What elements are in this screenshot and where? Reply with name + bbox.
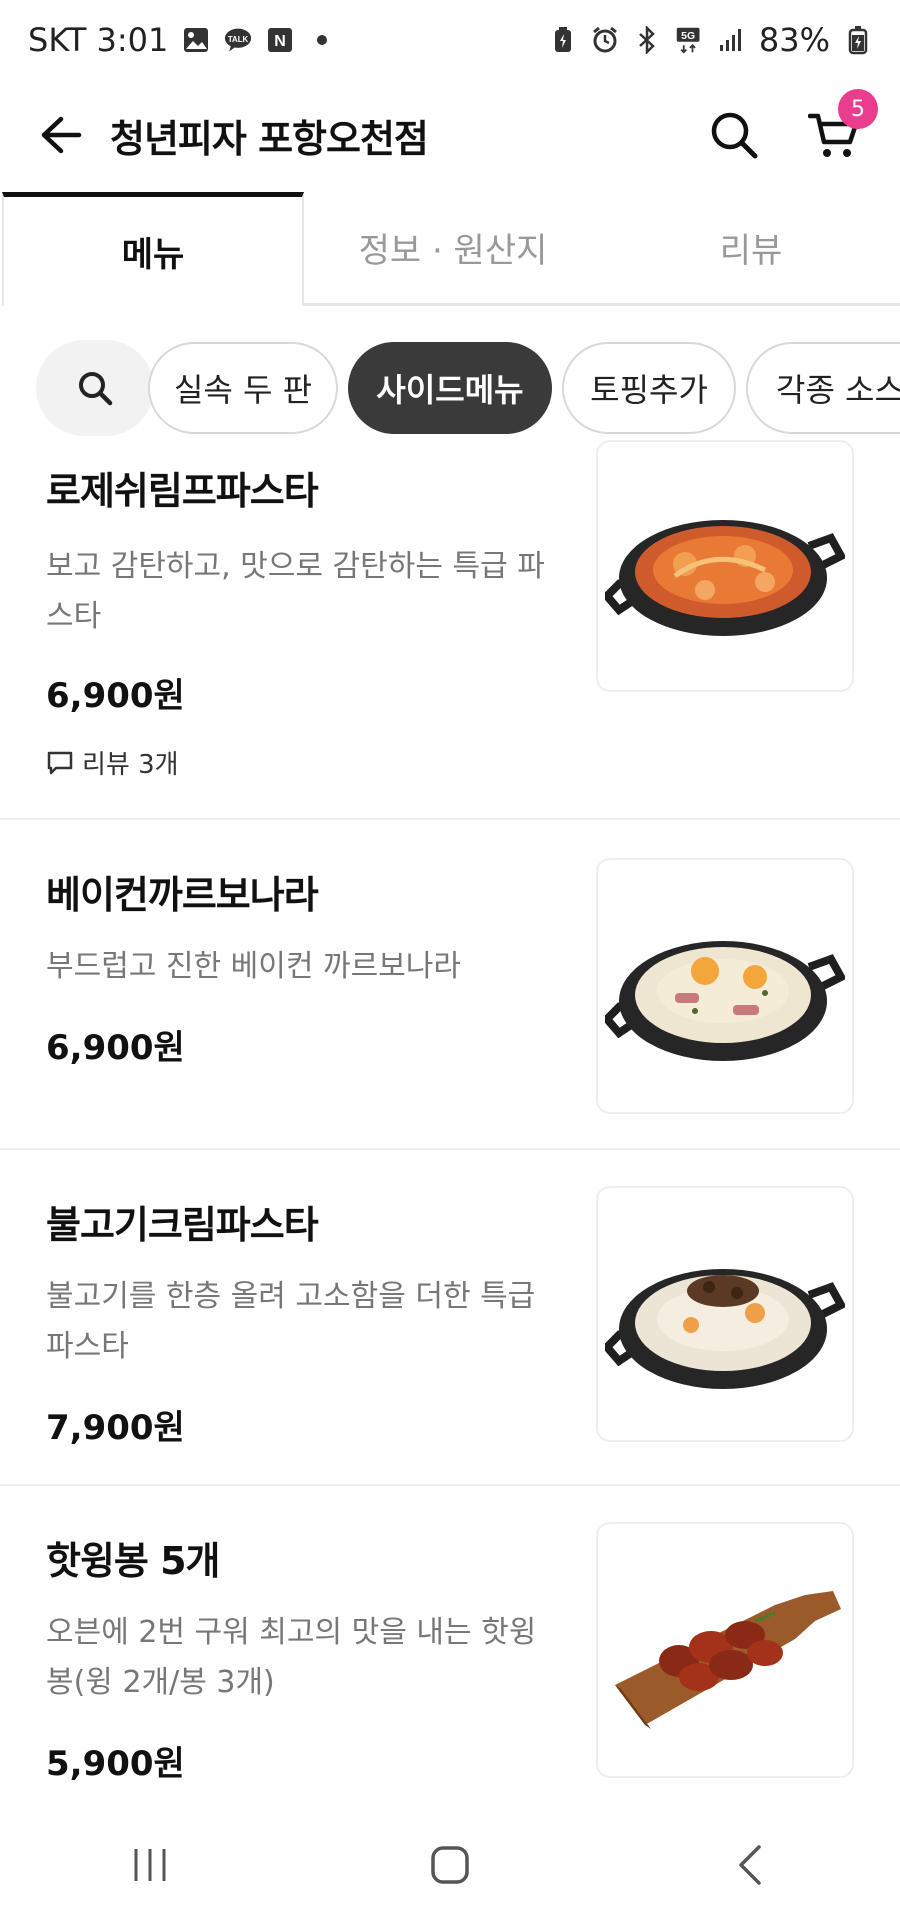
status-left: SKT 3:01 TALK N bbox=[28, 21, 336, 59]
battery-percent: 83% bbox=[758, 21, 830, 59]
menu-item[interactable]: 핫윙봉 5개 오븐에 2번 구워 최고의 맛을 내는 핫윙봉(윙 2개/봉 3개… bbox=[0, 1486, 900, 1800]
menu-item-description: 보고 감탄하고, 맛으로 감탄하는 특급 파스타 bbox=[46, 549, 545, 634]
signal-icon bbox=[717, 26, 745, 54]
store-tabs: 메뉴 정보 · 원산지 리뷰 bbox=[0, 192, 900, 306]
menu-item-review-count: 리뷰 3개 bbox=[46, 744, 179, 781]
menu-item[interactable]: 베이컨까르보나라 부드럽고 진한 베이컨 까르보나라 6,900원 bbox=[0, 820, 900, 1150]
recent-apps-icon bbox=[134, 1849, 166, 1881]
category-chips: 실속 두 판 사이드메뉴 토핑추가 각종 소스 bbox=[0, 338, 900, 438]
menu-item-name: 불고기크림파스타 bbox=[46, 1203, 319, 1247]
n-label: N bbox=[275, 33, 287, 50]
tab-menu[interactable]: 메뉴 bbox=[2, 192, 304, 306]
review-count-label: 리뷰 3개 bbox=[82, 750, 179, 780]
menu-item-description: 오븐에 2번 구워 최고의 맛을 내는 핫윙봉(윙 2개/봉 3개) bbox=[46, 1615, 537, 1700]
naver-icon: N bbox=[266, 26, 294, 54]
bacon-carbonara-image bbox=[596, 858, 854, 1114]
menu-item-description: 부드럽고 진한 베이컨 까르보나라 bbox=[46, 949, 462, 984]
menu-item-price: 5,900원 bbox=[46, 1744, 185, 1784]
system-nav-bar bbox=[0, 1800, 900, 1930]
menu-item-price: 7,900원 bbox=[46, 1408, 185, 1448]
chevron-left-icon bbox=[739, 1845, 761, 1885]
network-label: 5G bbox=[681, 30, 695, 42]
menu-item-price: 6,900원 bbox=[46, 676, 185, 716]
alarm-icon bbox=[591, 26, 619, 54]
kakaotalk-icon: TALK bbox=[224, 26, 252, 54]
system-back-button[interactable] bbox=[705, 1820, 795, 1910]
battery-charging-icon bbox=[844, 26, 872, 55]
app-header: 청년피자 포항오천점 5 bbox=[0, 80, 900, 190]
home-icon bbox=[431, 1846, 469, 1884]
rose-shrimp-pasta-image bbox=[596, 440, 854, 692]
store-title: 청년피자 포항오천점 bbox=[110, 116, 429, 161]
tab-reviews[interactable]: 리뷰 bbox=[602, 192, 900, 306]
arrow-left-icon bbox=[41, 116, 82, 154]
menu-item-name: 핫윙봉 5개 bbox=[46, 1539, 221, 1583]
home-button[interactable] bbox=[405, 1820, 495, 1910]
menu-item[interactable]: 불고기크림파스타 불고기를 한층 올려 고소함을 더한 특급 파스타 7,900… bbox=[0, 1150, 900, 1486]
notification-dot-icon bbox=[308, 26, 336, 54]
search-button[interactable] bbox=[704, 105, 764, 165]
status-bar: SKT 3:01 TALK N 5G 83% bbox=[0, 0, 900, 80]
talk-label: TALK bbox=[228, 35, 249, 44]
menu-item-price: 6,900원 bbox=[46, 1028, 185, 1068]
recent-apps-button[interactable] bbox=[105, 1820, 195, 1910]
bluetooth-icon bbox=[633, 26, 661, 54]
network-5g-icon: 5G bbox=[675, 26, 703, 54]
search-icon bbox=[79, 372, 113, 406]
back-button[interactable] bbox=[36, 110, 86, 160]
chip-value-two-pizzas[interactable]: 실속 두 판 bbox=[148, 342, 338, 434]
comment-icon bbox=[47, 751, 73, 774]
search-icon bbox=[711, 112, 758, 159]
chip-side-menu[interactable]: 사이드메뉴 bbox=[348, 342, 552, 434]
hot-wings-image bbox=[596, 1522, 854, 1778]
status-right: 5G 83% bbox=[549, 21, 872, 59]
menu-item-description: 불고기를 한층 올려 고소함을 더한 특급 파스타 bbox=[46, 1279, 536, 1364]
battery-saver-icon bbox=[549, 26, 577, 54]
cart-count-badge: 5 bbox=[838, 89, 878, 129]
menu-search-button[interactable] bbox=[36, 340, 154, 436]
menu-item-name: 베이컨까르보나라 bbox=[46, 873, 319, 917]
tab-info-origin[interactable]: 정보 · 원산지 bbox=[304, 192, 602, 306]
menu-item-name: 로제쉬림프파스타 bbox=[46, 469, 319, 513]
bulgogi-cream-pasta-image bbox=[596, 1186, 854, 1442]
carrier-time: SKT 3:01 bbox=[28, 21, 169, 59]
chip-topping-add[interactable]: 토핑추가 bbox=[562, 342, 736, 434]
menu-item[interactable]: 로제쉬림프파스타 보고 감탄하고, 맛으로 감탄하는 특급 파스타 6,900원… bbox=[0, 440, 900, 820]
gallery-icon bbox=[182, 26, 210, 54]
cart-button[interactable]: 5 bbox=[804, 89, 878, 165]
chip-sauces[interactable]: 각종 소스 bbox=[746, 342, 900, 434]
